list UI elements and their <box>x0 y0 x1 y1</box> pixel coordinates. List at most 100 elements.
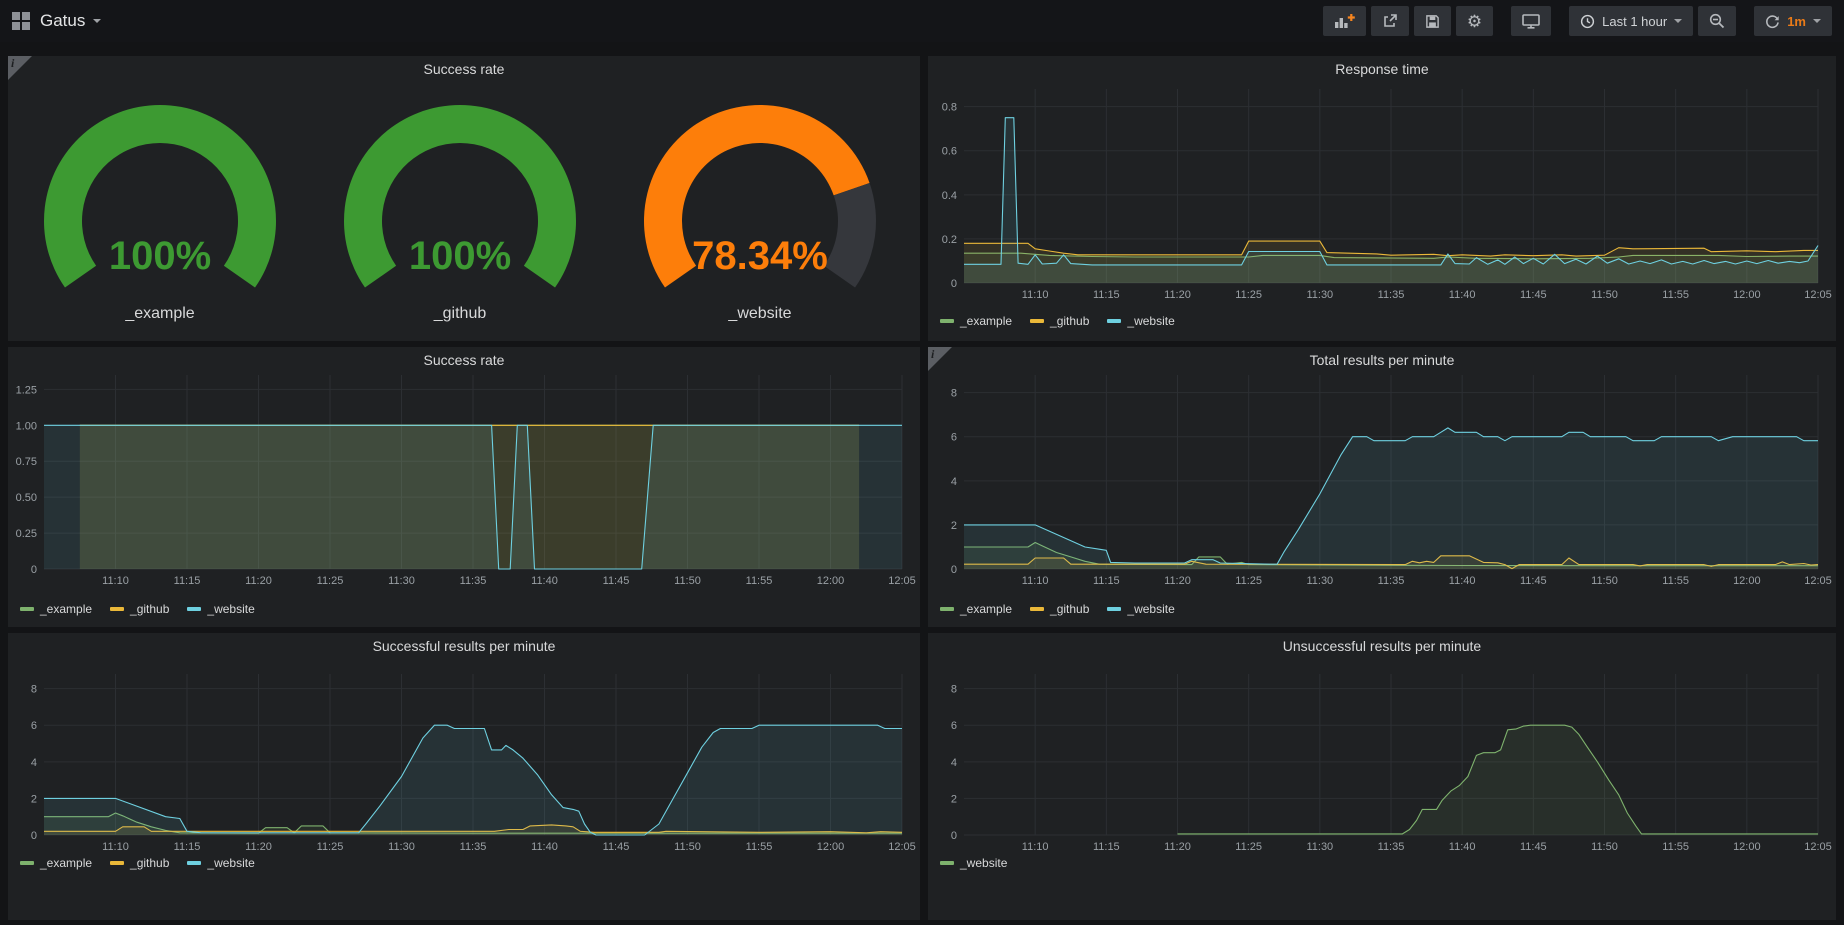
gauge-svg: 100%_github <box>310 82 610 332</box>
svg-text:12:00: 12:00 <box>817 575 845 587</box>
chart-total-results-per-minute: 0246811:1011:1511:2011:2511:3011:3511:40… <box>928 373 1836 627</box>
apps-grid-icon[interactable] <box>12 12 30 30</box>
svg-text:1.00: 1.00 <box>16 420 37 432</box>
gauge-svg: 100%_example <box>10 82 310 332</box>
panel-title[interactable]: Successful results per minute <box>8 633 920 659</box>
panel-title[interactable]: Response time <box>928 56 1836 82</box>
chart-legend: _example _github _website <box>20 601 255 617</box>
legend-label: _example <box>40 856 92 870</box>
svg-text:11:10: 11:10 <box>1022 841 1049 853</box>
panel-title[interactable]: Success rate <box>8 56 920 82</box>
svg-text:11:20: 11:20 <box>245 841 272 853</box>
gauge-value: 78.34% <box>692 234 828 278</box>
svg-text:11:30: 11:30 <box>1306 841 1333 853</box>
panel-info-icon[interactable] <box>928 347 952 371</box>
legend-label: _website <box>1127 602 1174 616</box>
svg-text:11:20: 11:20 <box>1164 575 1191 587</box>
svg-text:11:15: 11:15 <box>1093 841 1120 853</box>
legend-item-_website[interactable]: _website <box>1107 602 1174 616</box>
svg-text:2: 2 <box>31 793 37 805</box>
svg-text:6: 6 <box>31 720 37 732</box>
x-axis-labels: 11:1011:1511:2011:2511:3011:3511:4011:45… <box>1022 841 1832 853</box>
panel-title[interactable]: Unsuccessful results per minute <box>928 633 1836 659</box>
legend-item-_website[interactable]: _website <box>187 856 254 870</box>
gear-icon: ⚙ <box>1467 13 1482 30</box>
legend-item-_website[interactable]: _website <box>187 602 254 616</box>
legend-item-_example[interactable]: _example <box>940 314 1012 328</box>
legend-swatch <box>1030 607 1044 611</box>
svg-text:0: 0 <box>31 564 37 576</box>
svg-text:0.75: 0.75 <box>16 456 37 468</box>
svg-text:11:20: 11:20 <box>1164 841 1191 853</box>
svg-text:11:20: 11:20 <box>1164 289 1191 301</box>
legend-item-_example[interactable]: _example <box>940 602 1012 616</box>
legend-item-_github[interactable]: _github <box>110 602 169 616</box>
cycle-view-button[interactable] <box>1511 6 1551 36</box>
svg-text:11:15: 11:15 <box>1093 575 1120 587</box>
chart-success-rate: 00.250.500.751.001.2511:1011:1511:2011:2… <box>8 373 920 627</box>
svg-text:11:55: 11:55 <box>746 575 773 587</box>
svg-text:0.4: 0.4 <box>942 190 957 202</box>
svg-text:11:25: 11:25 <box>317 841 344 853</box>
gauge-label: _example <box>124 305 194 322</box>
gauge-arc-track <box>824 183 876 288</box>
legend-swatch <box>187 861 201 865</box>
panel-title[interactable]: Success rate <box>8 347 920 373</box>
share-button[interactable] <box>1371 6 1409 36</box>
add-panel-icon <box>1334 13 1355 29</box>
svg-text:0: 0 <box>951 278 957 290</box>
svg-text:11:35: 11:35 <box>460 841 487 853</box>
zoom-out-button[interactable] <box>1698 6 1736 36</box>
svg-text:6: 6 <box>951 432 957 444</box>
legend-label: _example <box>960 314 1012 328</box>
chart-legend: _example _github _website <box>940 601 1175 617</box>
svg-text:11:25: 11:25 <box>1235 841 1262 853</box>
gauge-row: 100%_example100%_github78.34%_website <box>8 82 920 341</box>
svg-text:11:15: 11:15 <box>174 841 201 853</box>
svg-text:11:40: 11:40 <box>1449 289 1476 301</box>
y-axis-labels: 02468 <box>951 388 957 576</box>
legend-item-_github[interactable]: _github <box>1030 314 1089 328</box>
svg-text:12:05: 12:05 <box>888 841 916 853</box>
panel-unsuccessful-results: Unsuccessful results per minute 02468 11:… <box>928 633 1836 920</box>
svg-text:11:35: 11:35 <box>1378 841 1405 853</box>
add-panel-button[interactable] <box>1323 6 1366 36</box>
panel-success-rate-timeseries: Success rate 00.250.500.751.001.2511:101… <box>8 347 920 627</box>
legend-item-_github[interactable]: _github <box>110 856 169 870</box>
refresh-button[interactable]: 1m <box>1754 6 1832 36</box>
panel-title[interactable]: Total results per minute <box>928 347 1836 373</box>
gauge-value: 100% <box>409 234 511 278</box>
svg-text:0.2: 0.2 <box>942 234 957 246</box>
gauge-_github: 100%_github <box>310 82 610 332</box>
legend-item-_example[interactable]: _example <box>20 856 92 870</box>
panel-info-icon[interactable] <box>8 56 32 80</box>
svg-text:12:00: 12:00 <box>1733 289 1761 301</box>
dashboard-title-button[interactable]: Gatus <box>40 11 101 31</box>
svg-text:11:55: 11:55 <box>1662 575 1689 587</box>
legend-item-_example[interactable]: _example <box>20 602 92 616</box>
legend-item-_github[interactable]: _github <box>1030 602 1089 616</box>
x-axis-labels: 11:1011:1511:2011:2511:3011:3511:4011:45… <box>102 575 916 587</box>
navbar: Gatus ⚙ <box>0 0 1844 42</box>
panel-response-time: Response time 00.20.40.60.811:1011:1511:… <box>928 56 1836 341</box>
svg-text:6: 6 <box>951 720 957 732</box>
svg-text:0.8: 0.8 <box>942 102 957 114</box>
panel-total-results: Total results per minute 0246811:1011:15… <box>928 347 1836 627</box>
share-icon <box>1382 13 1398 29</box>
svg-text:11:55: 11:55 <box>1662 289 1689 301</box>
y-axis-labels: 00.20.40.60.8 <box>942 102 957 290</box>
legend-swatch <box>20 861 34 865</box>
legend-item-_website[interactable]: _website <box>940 856 1007 870</box>
y-axis-labels: 02468 <box>951 684 957 842</box>
svg-text:2: 2 <box>951 520 957 532</box>
legend-item-_website[interactable]: _website <box>1107 314 1174 328</box>
time-range-button[interactable]: Last 1 hour <box>1569 6 1693 36</box>
settings-button[interactable]: ⚙ <box>1456 6 1493 36</box>
chart-body: 0246811:1011:1511:2011:2511:3011:3511:40… <box>928 659 1836 920</box>
svg-text:11:10: 11:10 <box>102 575 129 587</box>
svg-text:11:40: 11:40 <box>1449 575 1476 587</box>
save-button[interactable] <box>1414 6 1451 36</box>
svg-text:11:30: 11:30 <box>388 575 415 587</box>
series-_website <box>44 725 902 835</box>
svg-text:11:25: 11:25 <box>1235 289 1262 301</box>
